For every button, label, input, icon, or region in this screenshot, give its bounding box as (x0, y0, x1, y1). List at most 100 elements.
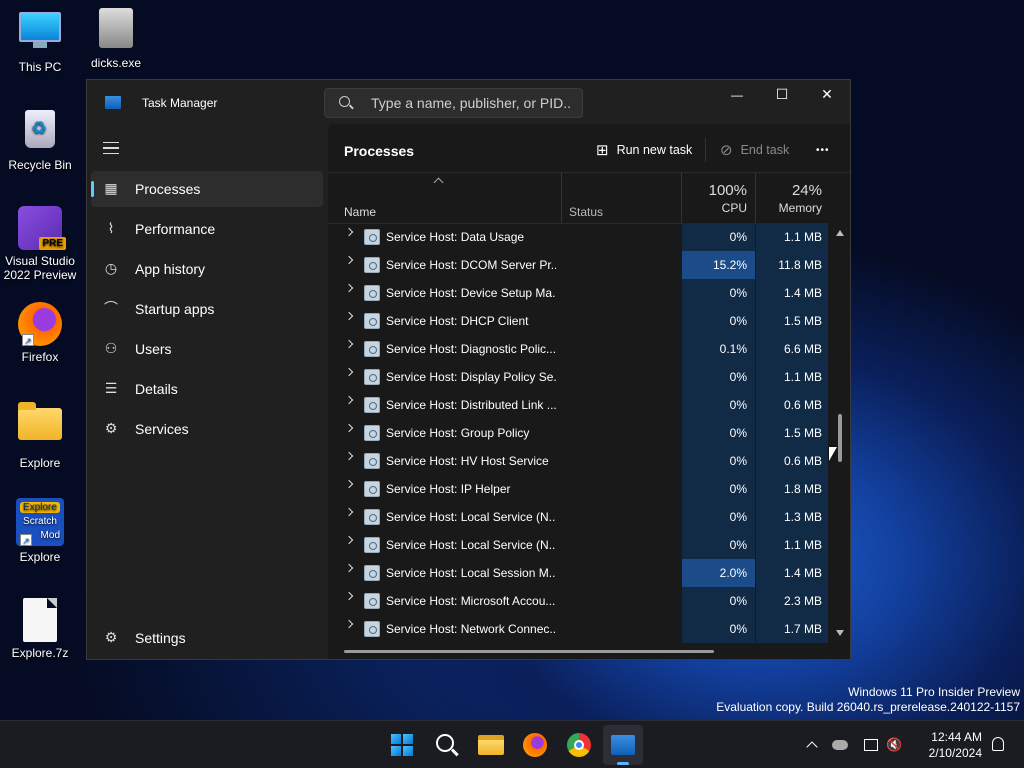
sidebar-item-processes[interactable]: ▦ Processes (91, 171, 323, 207)
process-name: Service Host: Local Service (N... (386, 538, 556, 552)
search-box[interactable] (324, 88, 583, 118)
more-options-button[interactable]: ••• (816, 140, 830, 160)
search-input[interactable] (371, 93, 571, 113)
process-name: Service Host: Local Session M... (386, 566, 556, 580)
table-row[interactable]: Service Host: DHCP Client 0% 1.5 MB (328, 307, 828, 335)
expand-chevron-icon[interactable] (344, 311, 354, 321)
expand-chevron-icon[interactable] (344, 227, 354, 237)
end-task-button[interactable]: ⊘ End task (720, 140, 789, 160)
search-icon (436, 734, 459, 756)
table-row[interactable]: Service Host: Device Setup Ma... 0% 1.4 MB (328, 279, 828, 307)
cpu-cell: 2.0% (682, 559, 755, 587)
settings-gear-icon: ⚙ (104, 630, 118, 646)
notification-bell-icon[interactable] (992, 737, 1004, 751)
firefox-taskbar-button[interactable] (515, 725, 555, 765)
desktop-icon-explore-scratch[interactable]: Explore Scratch Mod ↗ Explore (0, 498, 80, 564)
table-row[interactable]: Service Host: Display Policy Se... 0% 1.1 … (328, 363, 828, 391)
chrome-taskbar-button[interactable] (559, 725, 599, 765)
file-explorer-button[interactable] (471, 725, 511, 765)
sidebar-item-app-history[interactable]: ◷ App history (91, 251, 323, 287)
table-row[interactable]: Service Host: Network Connec... 0% 1.7 MB (328, 615, 828, 643)
sidebar-item-startup-apps[interactable]: ⌒ Startup apps (91, 291, 323, 327)
table-row[interactable]: Service Host: Diagnostic Polic... 0.1% 6.6… (328, 335, 828, 363)
expand-chevron-icon[interactable] (344, 423, 354, 433)
expand-chevron-icon[interactable] (344, 283, 354, 293)
cpu-total-percent: 100% (708, 182, 747, 199)
table-row[interactable]: Service Host: Local Session M... 2.0% 1.4 … (328, 559, 828, 587)
expand-chevron-icon[interactable] (344, 507, 354, 517)
desktop-icon-visual-studio[interactable]: PRE Visual Studio 2022 Preview (0, 206, 80, 282)
volume-muted-icon[interactable]: 🔇 (886, 738, 902, 753)
expand-chevron-icon[interactable] (344, 479, 354, 489)
services-icon: ⚙ (104, 421, 118, 437)
clock-date: 2/10/2024 (928, 746, 982, 760)
startup-apps-icon: ⌒ (104, 301, 118, 317)
table-row[interactable]: Service Host: Group Policy 0% 1.5 MB (328, 419, 828, 447)
task-manager-taskbar-button[interactable] (603, 725, 643, 765)
vertical-scrollbar[interactable] (834, 224, 846, 644)
desktop-icon-dicks-exe[interactable]: dicks.exe (76, 8, 156, 70)
scroll-thumb[interactable] (838, 414, 842, 462)
taskbar-search-button[interactable] (427, 725, 467, 765)
process-name: Service Host: Group Policy (386, 426, 530, 440)
sidebar-item-users[interactable]: ⚇ Users (91, 331, 323, 367)
expand-chevron-icon[interactable] (344, 619, 354, 629)
expand-chevron-icon[interactable] (344, 451, 354, 461)
desktop-icon-label: Explore (19, 456, 61, 470)
expand-chevron-icon[interactable] (344, 535, 354, 545)
horizontal-scroll-thumb[interactable] (344, 650, 714, 653)
table-row[interactable]: Service Host: Microsoft Accou... 0% 2.3 MB (328, 587, 828, 615)
table-row[interactable]: Service Host: Distributed Link ... 0% 0.6 … (328, 391, 828, 419)
desktop-icon-this-pc[interactable]: This PC (0, 8, 80, 74)
table-row[interactable]: Service Host: HV Host Service 0% 0.6 MB (328, 447, 828, 475)
onedrive-offline-icon[interactable] (832, 740, 848, 750)
service-host-icon (364, 565, 380, 581)
sidebar-item-services[interactable]: ⚙ Services (91, 411, 323, 447)
desktop-icon-explore-7z[interactable]: Explore.7z (0, 598, 80, 660)
expand-chevron-icon[interactable] (344, 563, 354, 573)
start-button[interactable] (382, 725, 422, 765)
title-bar[interactable]: Task Manager — ☐ ✕ (87, 80, 850, 124)
taskbar-clock[interactable]: 12:44 AM 2/10/2024 (929, 729, 982, 761)
sidebar-item-performance[interactable]: ⌇ Performance (91, 211, 323, 247)
run-new-task-label: Run new task (616, 143, 693, 157)
hamburger-menu-icon[interactable] (103, 142, 119, 154)
table-row[interactable]: Service Host: Data Usage 0% 1.1 MB (328, 223, 828, 251)
expand-chevron-icon[interactable] (344, 339, 354, 349)
sidebar-item-details[interactable]: ☰ Details (91, 371, 323, 407)
evaluation-watermark: Windows 11 Pro Insider Preview Evaluatio… (716, 685, 1020, 715)
scroll-up-arrow-icon[interactable] (836, 230, 844, 236)
desktop-icon-firefox[interactable]: ↗ Firefox (0, 302, 80, 364)
column-label: Memory (778, 201, 822, 215)
column-header-cpu[interactable]: 100% CPU (682, 173, 755, 223)
run-new-task-button[interactable]: ⊞ Run new task (596, 140, 692, 160)
column-header-status[interactable]: Status (562, 173, 681, 223)
chevron-up-icon[interactable] (806, 741, 818, 753)
minimize-button[interactable]: — (714, 80, 760, 110)
maximize-button[interactable]: ☐ (759, 80, 805, 110)
table-row[interactable]: Service Host: Local Service (N... 0% 1.1 M… (328, 531, 828, 559)
table-row[interactable]: Service Host: Local Service (N... 0% 1.3 M… (328, 503, 828, 531)
details-icon: ☰ (104, 381, 118, 397)
desktop-icon-recycle-bin[interactable]: Recycle Bin (0, 106, 80, 172)
desktop-icon-explore-folder[interactable]: Explore (0, 400, 80, 470)
sidebar-item-settings[interactable]: ⚙ Settings (91, 620, 323, 656)
scroll-down-arrow-icon[interactable] (836, 630, 844, 636)
memory-total-percent: 24% (791, 182, 822, 199)
expand-chevron-icon[interactable] (344, 367, 354, 377)
minimize-icon: — (731, 88, 743, 102)
cpu-cell: 0% (682, 475, 755, 503)
close-button[interactable]: ✕ (804, 80, 850, 110)
column-header-name[interactable]: Name (328, 173, 561, 223)
column-label: CPU (721, 201, 747, 215)
table-row[interactable]: Service Host: DCOM Server Pr... 15.2% 11.8… (328, 251, 828, 279)
column-header-memory[interactable]: 24% Memory (756, 173, 828, 223)
cpu-cell: 0% (682, 419, 755, 447)
expand-chevron-icon[interactable] (344, 255, 354, 265)
expand-chevron-icon[interactable] (344, 591, 354, 601)
network-icon[interactable] (864, 739, 878, 751)
memory-cell: 2.3 MB (756, 587, 828, 615)
expand-chevron-icon[interactable] (344, 395, 354, 405)
performance-icon: ⌇ (107, 221, 115, 237)
table-row[interactable]: Service Host: IP Helper 0% 1.8 MB (328, 475, 828, 503)
